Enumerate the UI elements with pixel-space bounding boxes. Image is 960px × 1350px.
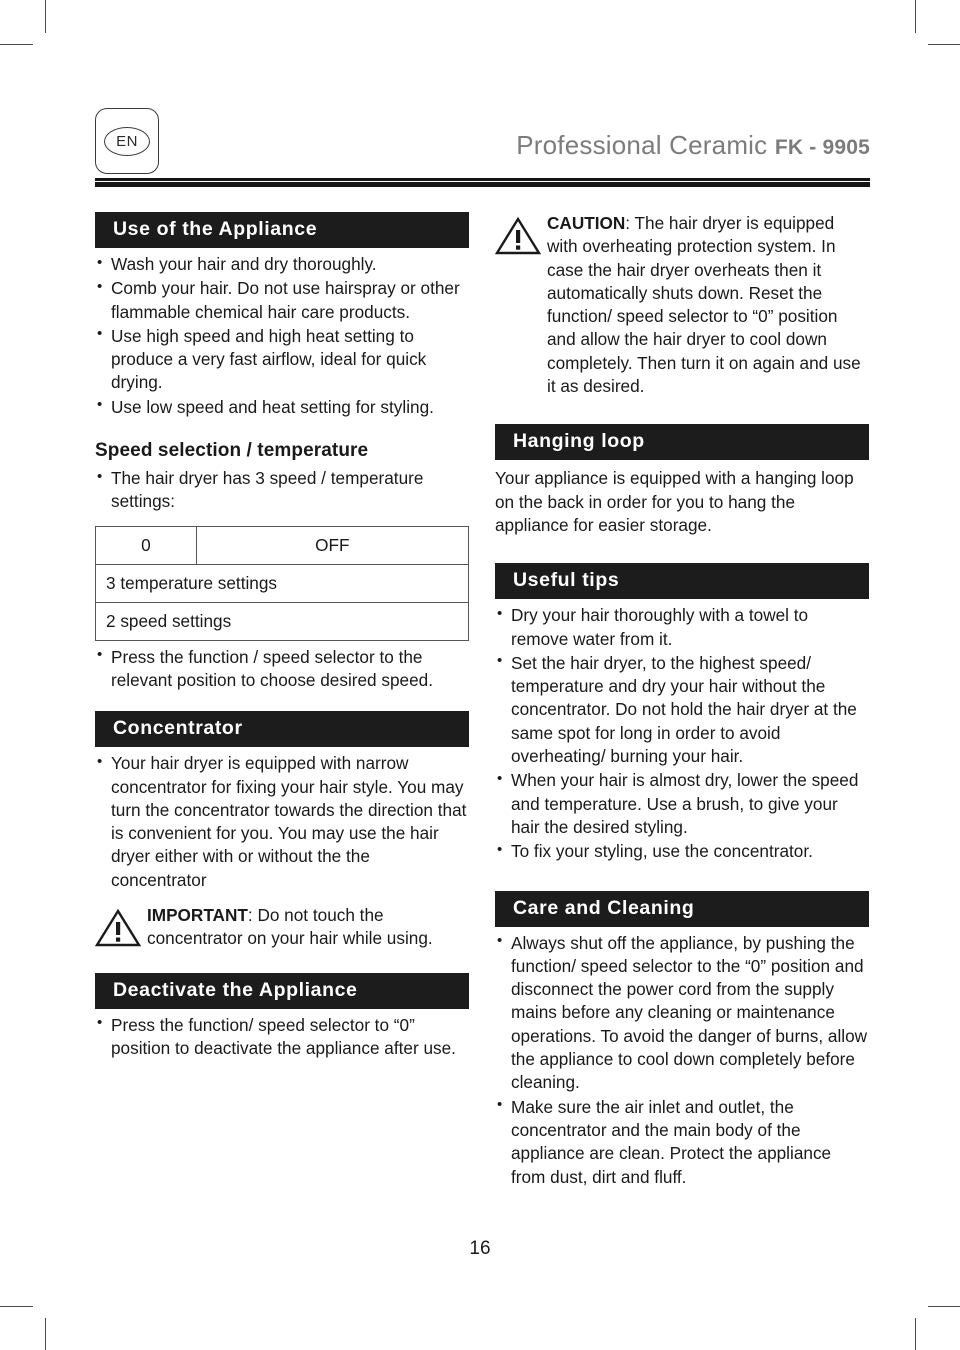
language-badge-label: EN (104, 126, 150, 156)
table-cell-position-meaning: OFF (195, 525, 470, 565)
list-item: Press the function/ speed selector to “0… (95, 1013, 469, 1061)
list-item: Set the hair dryer, to the highest speed… (495, 651, 869, 768)
warning-triangle-icon (95, 904, 141, 948)
table-row: 3 temperature settings (95, 563, 469, 603)
crop-mark-bottom-left-horizontal (0, 1306, 33, 1307)
section-header-hanging-loop: Hanging loop (495, 424, 869, 461)
list-item: Dry your hair thoroughly with a towel to… (495, 604, 869, 651)
table-cell-position-value: 0 (95, 525, 197, 565)
section-header-care-and-cleaning: Care and Cleaning (495, 890, 869, 927)
deactivate-bullet-list: Press the function/ speed selector to “0… (95, 1013, 469, 1061)
section-header-use-of-the-appliance: Use of the Appliance (95, 212, 469, 248)
header-divider-highlight (95, 181, 870, 182)
table-cell-temperature-settings: 3 temperature settings (95, 563, 469, 603)
table-row: 2 speed settings (95, 601, 469, 641)
crop-mark-top-right-horizontal (928, 44, 960, 45)
list-item: Always shut off the appliance, by pushin… (495, 931, 869, 1095)
right-column: CAUTION: The hair dryer is equipped with… (495, 212, 869, 1190)
warning-triangle-icon (495, 212, 541, 256)
list-item: Use low speed and heat setting for styli… (95, 395, 469, 419)
useful-tips-bullet-list: Dry your hair thoroughly with a towel to… (495, 604, 869, 863)
section-header-deactivate-the-appliance: Deactivate the Appliance (95, 972, 469, 1009)
important-notice-text: IMPORTANT: Do not touch the concentrator… (147, 904, 469, 951)
caution-notice-text: CAUTION: The hair dryer is equipped with… (547, 212, 869, 398)
crop-mark-bottom-left-vertical (45, 1318, 46, 1350)
list-item: Press the function / speed selector to t… (95, 645, 469, 693)
crop-mark-bottom-right-horizontal (928, 1306, 960, 1307)
brand-title: Professional Ceramic FK - 9905 (516, 130, 870, 161)
list-item: Make sure the air inlet and outlet, the … (495, 1095, 869, 1189)
brand-secondary-word: Ceramic (669, 130, 768, 160)
list-item: Wash your hair and dry thoroughly. (95, 252, 469, 276)
brand-model-number: FK - 9905 (774, 136, 870, 159)
speed-selection-intro-list: The hair dryer has 3 speed / temperature… (95, 467, 469, 514)
document-page: EN Professional Ceramic FK - 9905 Use of… (0, 0, 960, 1350)
page-header: EN Professional Ceramic FK - 9905 (95, 108, 870, 188)
crop-mark-top-left-vertical (45, 0, 46, 33)
list-item: Use high speed and high heat setting to … (95, 324, 469, 395)
table-row: 0 OFF (95, 525, 470, 565)
subheading-speed-selection: Speed selection / temperature (95, 440, 369, 462)
list-item: To fix your styling, use the concentrato… (495, 840, 869, 863)
section-header-useful-tips: Useful tips (495, 563, 869, 600)
use-of-appliance-bullet-list: Wash your hair and dry thoroughly. Comb … (95, 252, 469, 419)
speed-settings-table: 0 OFF 3 temperature settings 2 speed set… (95, 525, 470, 641)
list-item: When your hair is almost dry, lower the … (495, 769, 869, 839)
table-cell-speed-settings: 2 speed settings (95, 601, 469, 641)
crop-mark-top-right-vertical (915, 0, 916, 33)
important-notice-concentrator: IMPORTANT: Do not touch the concentrator… (95, 904, 469, 951)
hanging-loop-paragraph: Your appliance is equipped with a hangin… (495, 468, 854, 535)
care-and-cleaning-bullet-list: Always shut off the appliance, by pushin… (495, 931, 869, 1189)
speed-selection-outro-list: Press the function / speed selector to t… (95, 645, 469, 693)
crop-mark-top-left-horizontal (0, 44, 33, 45)
list-item: The hair dryer has 3 speed / temperature… (95, 467, 469, 514)
important-label: IMPORTANT (147, 905, 248, 926)
caution-notice-overheating: CAUTION: The hair dryer is equipped with… (495, 212, 869, 398)
header-divider-rule (95, 178, 870, 187)
section-header-concentrator: Concentrator (95, 711, 469, 748)
language-badge: EN (95, 108, 159, 174)
brand-primary-word: Professional (516, 130, 662, 160)
caution-label: CAUTION (547, 213, 626, 233)
page-number: 16 (469, 1238, 491, 1259)
concentrator-bullet-list: Your hair dryer is equipped with narrow … (95, 752, 469, 892)
list-item: Your hair dryer is equipped with narrow … (95, 752, 469, 892)
left-column: Use of the Appliance Wash your hair and … (95, 212, 470, 1061)
list-item: Comb your hair. Do not use hairspray or … (95, 277, 469, 324)
crop-mark-bottom-right-vertical (915, 1318, 916, 1350)
caution-body: : The hair dryer is equipped with overhe… (547, 213, 861, 397)
